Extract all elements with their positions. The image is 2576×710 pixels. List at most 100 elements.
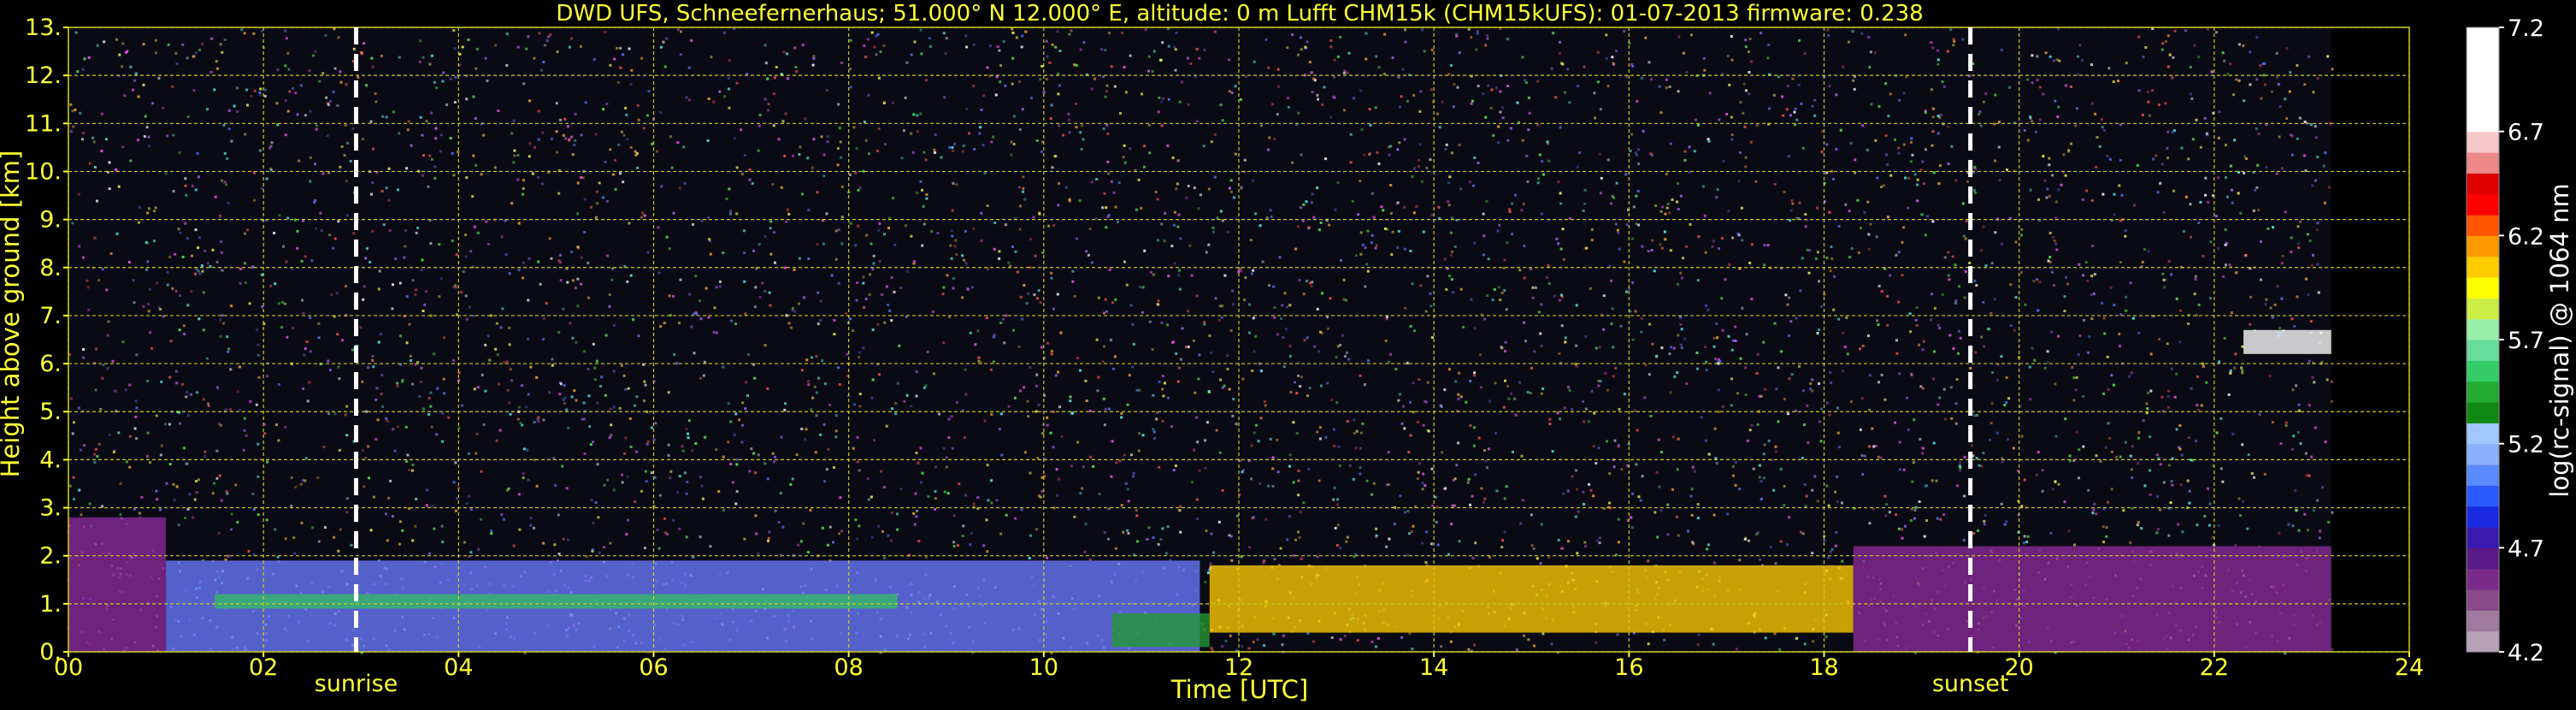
noise-speck [1451,504,1454,507]
noise-speck [1252,641,1255,644]
noise-speck [1410,530,1413,533]
noise-speck [1161,419,1164,423]
noise-speck [2182,229,2185,233]
noise-speck [1302,501,1306,505]
noise-speck [1983,523,1986,526]
noise-speck [767,109,769,112]
noise-speck [2308,55,2310,58]
noise-speck [685,535,688,539]
noise-speck [1925,484,1928,488]
noise-speck [964,393,968,396]
noise-speck [1558,51,1561,55]
noise-speck [723,95,727,98]
noise-speck [924,158,928,162]
noise-speck [1030,97,1033,100]
noise-speck [401,378,404,382]
noise-speck [129,159,133,163]
noise-speck [2136,163,2139,167]
noise-speck [500,513,504,517]
noise-speck [1936,323,1940,327]
noise-speck [317,322,321,325]
noise-speck [1974,167,1978,170]
noise-speck [1196,518,1199,521]
noise-speck [2239,211,2243,215]
noise-speck [1755,372,1759,375]
noise-speck [1666,533,1670,536]
noise-speck [324,33,327,37]
noise-speck [164,423,168,426]
noise-speck [499,326,503,329]
noise-speck [337,549,340,553]
noise-speck [1349,133,1353,136]
noise-speck [1705,369,1708,372]
noise-speck [2120,193,2124,197]
noise-speck [783,408,787,411]
noise-speck [1696,367,1699,370]
noise-speck [1653,269,1656,273]
noise-speck [972,84,976,87]
noise-speck [1276,438,1279,441]
noise-speck [550,257,553,260]
noise-speck [823,480,827,483]
noise-speck [682,145,686,149]
noise-speck [1167,396,1170,399]
noise-speck [1070,464,1074,468]
noise-speck [528,142,532,145]
noise-speck [961,150,964,153]
noise-speck [972,502,976,506]
noise-speck [2171,483,2174,487]
noise-speck [522,276,524,280]
noise-speck [1108,32,1111,35]
noise-speck [411,464,415,466]
noise-speck [1476,29,1479,33]
noise-speck [1554,96,1558,99]
noise-speck [1090,87,1093,91]
noise-speck [600,376,604,379]
noise-speck [2231,432,2235,435]
noise-speck [249,399,252,403]
noise-speck [2175,297,2178,300]
noise-speck [2146,91,2149,94]
noise-speck [1860,32,1864,35]
noise-speck [854,518,858,522]
noise-speck [1948,278,1951,281]
noise-speck [1175,187,1178,191]
noise-speck [2229,62,2232,66]
noise-speck [1252,317,1255,320]
noise-speck [1316,186,1319,190]
noise-speck [1722,160,1725,163]
noise-speck [1728,83,1731,86]
noise-speck [2057,105,2060,109]
noise-speck [363,42,366,45]
noise-speck [2175,428,2178,431]
noise-speck [2137,521,2140,524]
noise-speck [1884,82,1888,86]
noise-speck [2063,500,2066,504]
noise-speck [691,449,694,453]
noise-speck [1178,269,1181,272]
noise-speck [596,463,599,466]
noise-speck [2131,445,2134,448]
noise-speck [2130,371,2133,375]
noise-speck [1306,280,1309,283]
noise-speck [1777,420,1780,423]
noise-speck [1279,317,1282,320]
noise-speck [1784,293,1788,297]
noise-speck [735,212,739,216]
noise-speck [1113,85,1117,88]
noise-speck [786,52,788,56]
noise-speck [442,377,445,381]
noise-speck [1954,263,1957,267]
noise-speck [2119,345,2121,348]
noise-speck [503,518,506,521]
noise-speck [213,482,216,485]
noise-speck [852,403,856,406]
noise-speck [1480,487,1483,490]
noise-speck [727,402,730,405]
noise-speck [885,424,888,428]
noise-speck [422,407,426,411]
noise-speck [1397,399,1400,402]
noise-speck [436,387,439,390]
noise-speck [825,212,828,216]
noise-speck [2107,500,2109,504]
